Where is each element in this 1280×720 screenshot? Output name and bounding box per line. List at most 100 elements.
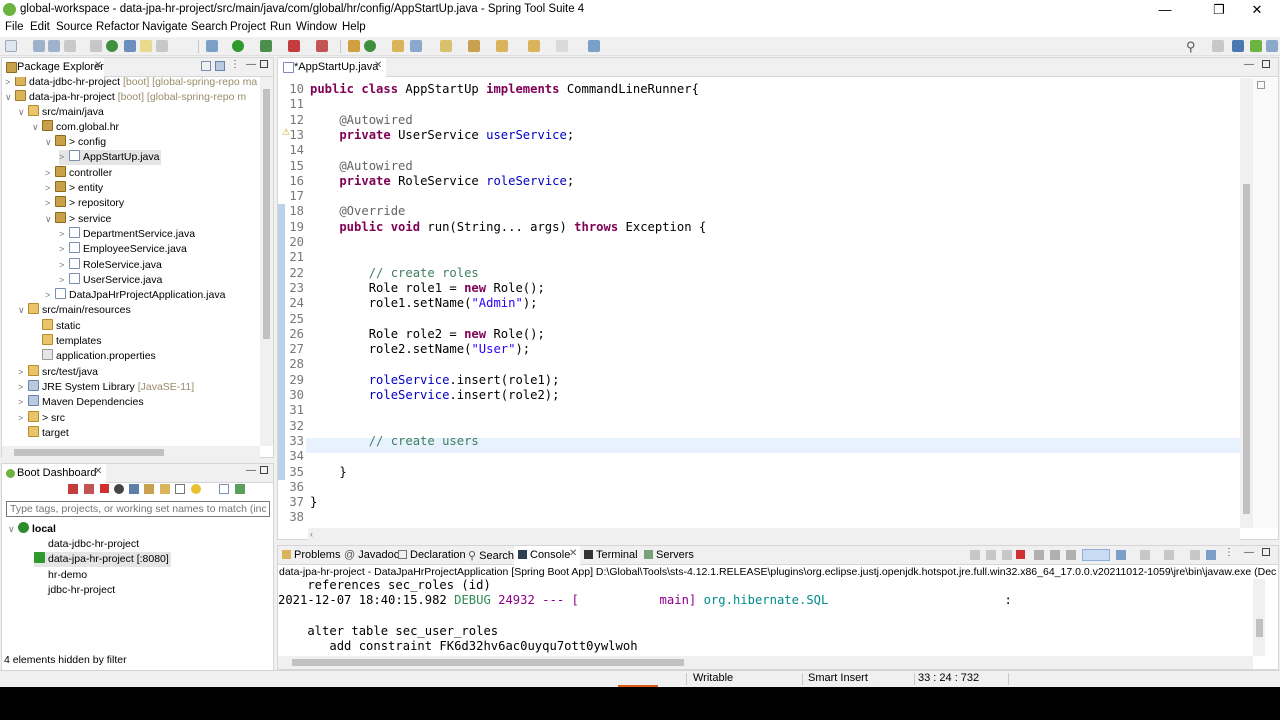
- new-class-icon[interactable]: [364, 40, 376, 52]
- remove-all-icon[interactable]: [1002, 550, 1012, 560]
- menu-source[interactable]: Source: [56, 21, 92, 33]
- java-perspective-icon[interactable]: [1232, 40, 1244, 52]
- dashboard-app-item[interactable]: hr-demo: [34, 568, 87, 583]
- tree-item[interactable]: > JRE System Library [JavaSE-11]: [18, 380, 194, 395]
- collapse-all-icon[interactable]: [201, 61, 211, 71]
- tab-problems[interactable]: Problems: [282, 549, 340, 561]
- toggle-icon[interactable]: [90, 40, 102, 52]
- menu-navigate[interactable]: Navigate: [142, 21, 187, 33]
- debug-run-icon[interactable]: [84, 484, 94, 494]
- menu-file[interactable]: File: [5, 21, 24, 33]
- dashboard-app-item[interactable]: data-jdbc-hr-project: [34, 537, 139, 552]
- spring-perspective-icon[interactable]: [1250, 40, 1262, 52]
- code-line[interactable]: 29 roleService.insert(role1);: [278, 373, 1240, 388]
- close-tab-icon[interactable]: ✕: [374, 60, 382, 71]
- external-tools-icon[interactable]: [316, 40, 328, 52]
- search-icon[interactable]: ⚲: [1186, 39, 1196, 55]
- scrollbar-thumb[interactable]: [1256, 619, 1263, 637]
- editor-horizontal-scrollbar[interactable]: ‹: [308, 528, 1240, 540]
- code-line[interactable]: 25: [278, 312, 1240, 327]
- tree-item[interactable]: templates: [32, 334, 102, 349]
- clear-console-icon[interactable]: [1034, 550, 1044, 560]
- tab-search[interactable]: ⚲ Search: [468, 549, 514, 562]
- code-line[interactable]: 18 @Override: [278, 204, 1240, 219]
- console-vertical-scrollbar[interactable]: [1253, 579, 1265, 656]
- maximize-view-icon[interactable]: [1262, 548, 1270, 556]
- tab-declaration[interactable]: Declaration: [398, 549, 466, 561]
- add-icon[interactable]: [235, 484, 245, 494]
- relaunch-icon[interactable]: [114, 484, 124, 494]
- code-line[interactable]: 12 @Autowired: [278, 113, 1240, 128]
- code-line[interactable]: 14: [278, 143, 1240, 158]
- dashboard-group-local[interactable]: ∨ local: [8, 522, 56, 537]
- debug-perspective-icon[interactable]: [1266, 40, 1278, 52]
- tree-item[interactable]: > Maven Dependencies: [18, 395, 144, 410]
- code-line[interactable]: 35 }: [278, 465, 1240, 480]
- display-selected-console-icon[interactable]: [1140, 550, 1150, 560]
- tab-terminal[interactable]: Terminal: [584, 549, 638, 561]
- menu-refactor[interactable]: Refactor: [96, 21, 139, 33]
- minimize-icon[interactable]: —: [1142, 0, 1188, 20]
- console-settings-icon[interactable]: [1190, 550, 1200, 560]
- start-icon[interactable]: [68, 484, 78, 494]
- code-line[interactable]: 10 public class AppStartUp implements Com…: [278, 82, 1240, 97]
- tree-item[interactable]: > EmployeeService.java: [59, 242, 187, 257]
- code-area[interactable]: ⚠ 10 public class AppStartUp implements C…: [278, 78, 1240, 528]
- boot-run-icon[interactable]: [106, 40, 118, 52]
- code-line[interactable]: 21: [278, 250, 1240, 265]
- tree-item[interactable]: > > repository: [45, 196, 124, 211]
- code-line[interactable]: 24 role1.setName("Admin");: [278, 296, 1240, 311]
- link-editor-icon[interactable]: [215, 61, 225, 71]
- annotation-icon[interactable]: [440, 40, 452, 52]
- run-icon[interactable]: [232, 40, 244, 52]
- stop-app-icon[interactable]: [100, 484, 109, 493]
- remove-launch-icon[interactable]: [986, 550, 996, 560]
- save-all-icon[interactable]: [48, 40, 60, 52]
- open-console-icon[interactable]: [1164, 550, 1174, 560]
- menu-run[interactable]: Run: [270, 21, 291, 33]
- console-action-icon[interactable]: [970, 550, 980, 560]
- tree-item[interactable]: ∨ src/main/resources: [18, 303, 131, 318]
- tips-icon[interactable]: [191, 484, 201, 494]
- editor-vertical-scrollbar[interactable]: [1240, 78, 1253, 528]
- close-tab-icon[interactable]: ✕: [569, 548, 577, 559]
- tree-item-selected[interactable]: > AppStartUp.java: [59, 150, 162, 165]
- tree-item[interactable]: > > src: [18, 411, 65, 426]
- console-horizontal-scrollbar[interactable]: [278, 656, 1253, 669]
- code-line[interactable]: 19 public void run(String... args) throw…: [278, 220, 1240, 235]
- code-line[interactable]: 30 roleService.insert(role2);: [278, 388, 1240, 403]
- tree-item[interactable]: ∨ data-jpa-hr-project [boot] [global-spri…: [5, 90, 246, 105]
- overview-ruler[interactable]: [1253, 78, 1278, 528]
- word-wrap-icon[interactable]: [1066, 550, 1076, 560]
- properties-icon[interactable]: [175, 484, 185, 494]
- tree-item[interactable]: > DepartmentService.java: [59, 227, 195, 242]
- tree-item[interactable]: > > entity: [45, 181, 103, 196]
- code-line[interactable]: 37}: [278, 495, 1240, 510]
- menu-window[interactable]: Window: [296, 21, 337, 33]
- open-perspective-icon[interactable]: [1212, 40, 1224, 52]
- code-line[interactable]: 31: [278, 403, 1240, 418]
- code-line[interactable]: 22 // create roles: [278, 266, 1240, 281]
- code-line[interactable]: 20: [278, 235, 1240, 250]
- tree-item[interactable]: application.properties: [32, 349, 156, 364]
- tree-item[interactable]: > DataJpaHrProjectApplication.java: [45, 288, 225, 303]
- code-line[interactable]: 16 private RoleService roleService;: [278, 174, 1240, 189]
- minimize-view-icon[interactable]: —: [1244, 59, 1254, 70]
- search-toolbar-icon[interactable]: [410, 40, 422, 52]
- code-line[interactable]: 33 // create users: [278, 434, 1240, 449]
- stop-icon[interactable]: [288, 40, 300, 52]
- code-line[interactable]: 28: [278, 357, 1240, 372]
- close-tab-icon[interactable]: ✕: [94, 60, 102, 71]
- open-console-icon[interactable]: [144, 484, 154, 494]
- format-icon[interactable]: [156, 40, 168, 52]
- tree-vertical-scrollbar[interactable]: [260, 77, 273, 446]
- edit-icon[interactable]: [160, 484, 170, 494]
- code-line[interactable]: 15 @Autowired: [278, 159, 1240, 174]
- open-browser-icon[interactable]: [129, 484, 139, 494]
- view-menu-icon[interactable]: ⋮: [1224, 547, 1234, 558]
- scrollbar-thumb[interactable]: [292, 659, 684, 666]
- maximize-view-icon[interactable]: [260, 60, 268, 68]
- console-output[interactable]: references sec_roles (id) 2021-12-07 18:…: [278, 579, 1253, 656]
- new-icon[interactable]: [5, 40, 17, 52]
- code-line[interactable]: 17: [278, 189, 1240, 204]
